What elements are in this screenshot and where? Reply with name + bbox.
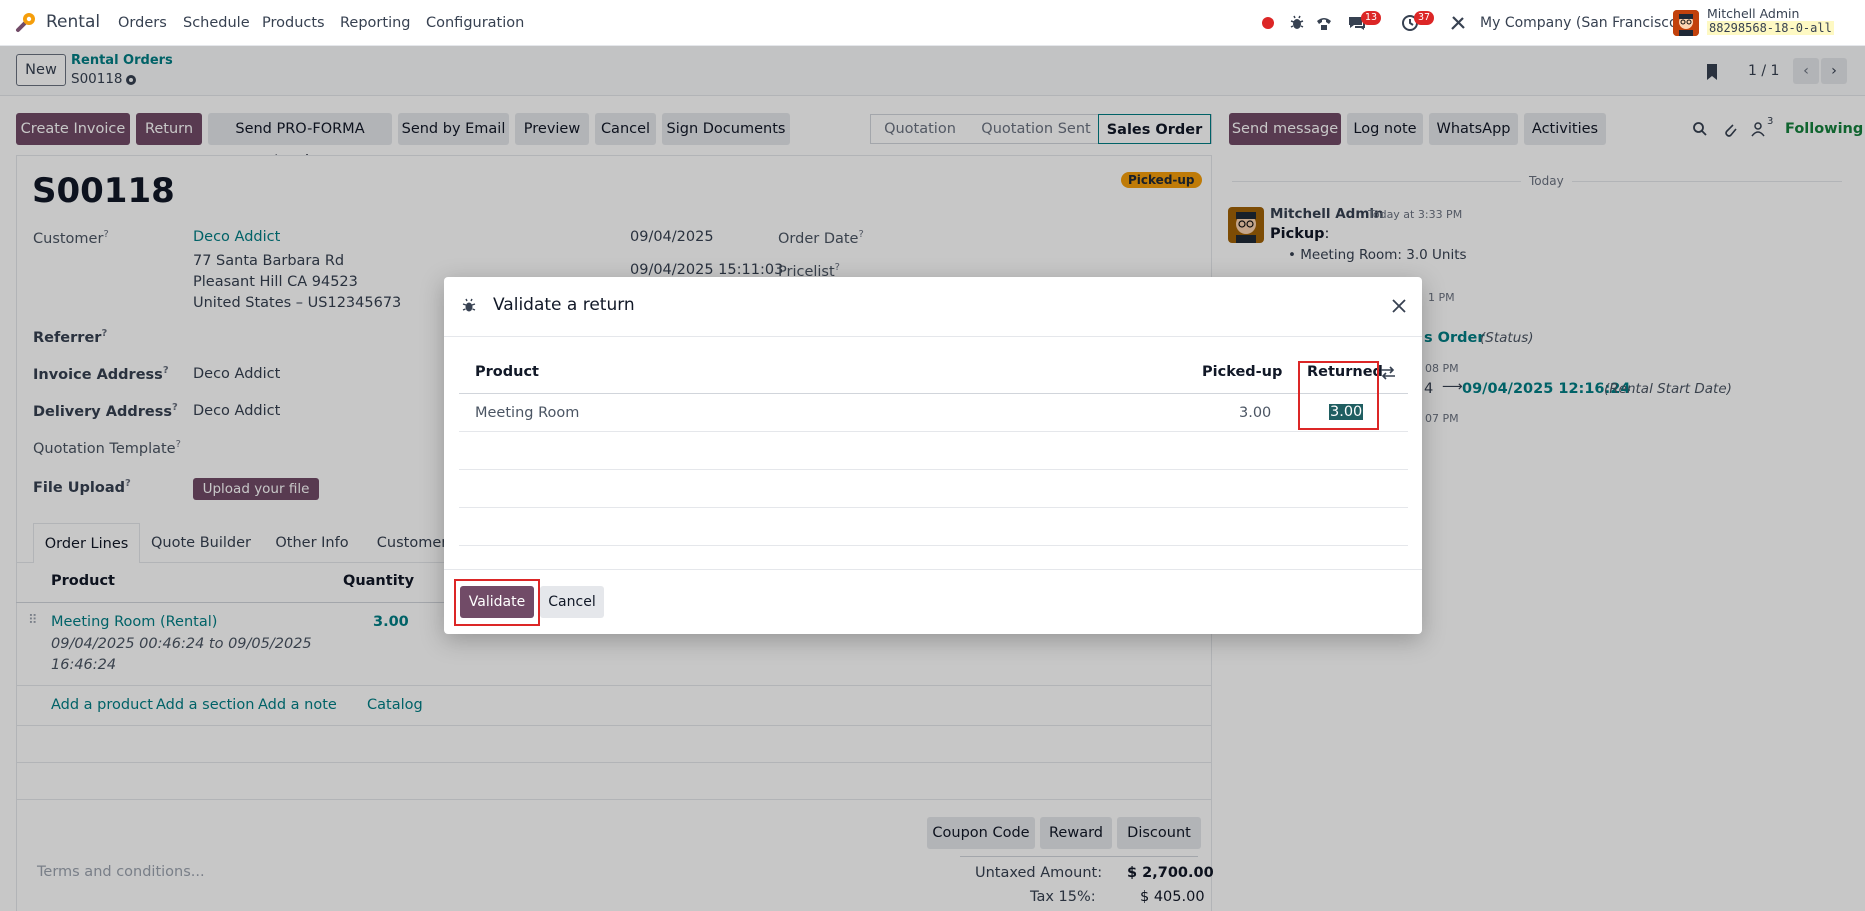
- messages-badge: 13: [1361, 11, 1382, 25]
- close-icon[interactable]: [1390, 297, 1408, 315]
- dialog-footer: Validate Cancel: [444, 569, 1422, 634]
- top-navbar: Rental Orders Schedule Products Reportin…: [0, 0, 1865, 46]
- dialog-header: Validate a return: [444, 277, 1422, 337]
- menu-orders[interactable]: Orders: [118, 15, 167, 31]
- menu-reporting[interactable]: Reporting: [340, 15, 411, 31]
- returned-highlight-box: [1298, 361, 1379, 430]
- bug-icon: [462, 298, 476, 312]
- bug-icon[interactable]: [1287, 13, 1307, 33]
- dialog-row-product: Meeting Room: [475, 405, 580, 421]
- rental-app-icon[interactable]: [14, 10, 38, 34]
- dialog-row-divider: [459, 507, 1408, 508]
- menu-configuration[interactable]: Configuration: [426, 15, 524, 31]
- dialog-row-divider: [459, 431, 1408, 432]
- activities-badge: 37: [1414, 11, 1435, 25]
- dialog-col-product[interactable]: Product: [475, 364, 539, 380]
- dialog-header-divider: [459, 393, 1408, 394]
- phone-icon[interactable]: [1314, 13, 1334, 33]
- user-name[interactable]: Mitchell Admin: [1707, 6, 1799, 21]
- dialog-row-divider: [459, 545, 1408, 546]
- app-brand[interactable]: Rental: [46, 12, 100, 32]
- company-switcher[interactable]: My Company (San Francisco): [1480, 15, 1683, 31]
- validate-highlight-box: [454, 579, 540, 626]
- record-icon[interactable]: [1262, 17, 1274, 29]
- validate-return-dialog: Validate a return Product Picked-up Retu…: [444, 277, 1422, 634]
- dialog-col-picked-up[interactable]: Picked-up: [1202, 364, 1282, 380]
- dialog-row-divider: [459, 469, 1408, 470]
- menu-schedule[interactable]: Schedule: [183, 15, 250, 31]
- dialog-cancel-button[interactable]: Cancel: [540, 586, 604, 618]
- menu-products[interactable]: Products: [262, 15, 325, 31]
- tools-icon[interactable]: [1448, 13, 1468, 33]
- user-avatar[interactable]: [1673, 10, 1699, 36]
- database-name: 88298568-18-0-all: [1707, 21, 1834, 35]
- dialog-title: Validate a return: [493, 295, 635, 315]
- optional-columns-icon[interactable]: [1379, 365, 1397, 381]
- dialog-row-picked-up: 3.00: [1239, 405, 1272, 421]
